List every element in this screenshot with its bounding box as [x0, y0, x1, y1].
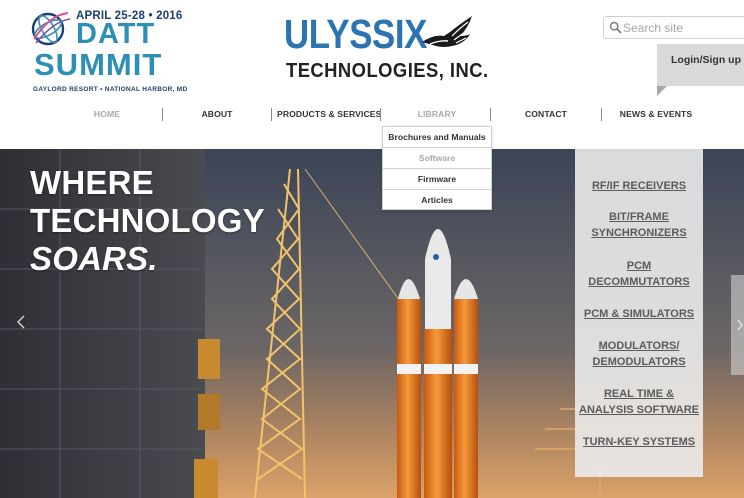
product-link-bit-frame-synchronizers[interactable]: BIT/FRAME SYNCHRONIZERS	[575, 209, 703, 241]
company-name: ULYSSIX	[284, 11, 427, 57]
search-input[interactable]	[623, 19, 744, 36]
hero-headline-line1: WHERE	[30, 164, 154, 201]
slider-next-tab[interactable]	[731, 275, 744, 375]
dropdown-item-brochures-manuals[interactable]: Brochures and Manuals	[383, 127, 491, 147]
globe-icon	[31, 12, 71, 46]
product-link-label: TURN-KEY SYSTEMS	[582, 436, 696, 448]
main-nav: HOME ABOUT PRODUCTS & SERVICES LIBRARY C…	[74, 102, 714, 126]
library-dropdown-menu: Brochures and Manuals Software Firmware …	[382, 126, 492, 210]
product-link-label: PCM	[626, 260, 652, 272]
nav-item-news-events[interactable]: NEWS & EVENTS	[618, 102, 694, 126]
slider-prev-arrow-icon[interactable]	[16, 315, 26, 329]
nav-divider	[490, 108, 491, 121]
login-signup-button[interactable]: Login/Sign up	[657, 44, 744, 96]
nav-item-contact[interactable]: CONTACT	[512, 102, 580, 126]
nav-divider	[380, 108, 381, 121]
login-signup-label: Login/Sign up	[671, 54, 741, 66]
product-link-pcm-simulators[interactable]: PCM & SIMULATORS	[575, 306, 703, 322]
hero-headline-line3: SOARS.	[30, 240, 158, 277]
nav-divider	[162, 108, 163, 121]
ribbon-fold	[657, 86, 667, 96]
site-header: APRIL 25-28 • 2016 DATT SUMMIT GAYLORD R…	[0, 0, 744, 100]
product-link-turn-key-systems[interactable]: TURN-KEY SYSTEMS	[575, 434, 703, 450]
product-link-label: BIT/FRAME	[609, 211, 669, 223]
search-icon[interactable]	[609, 21, 622, 34]
datt-summit-logo[interactable]: APRIL 25-28 • 2016 DATT SUMMIT GAYLORD R…	[28, 7, 187, 95]
nav-divider	[271, 108, 272, 121]
product-link-label: REAL TIME &	[603, 388, 675, 400]
product-link-modulators-demodulators[interactable]: MODULATORS/ DEMODULATORS	[575, 338, 703, 370]
company-subtitle: TECHNOLOGIES, INC.	[286, 60, 489, 82]
product-link-label: PCM & SIMULATORS	[583, 308, 695, 320]
product-link-label: DEMODULATORS	[592, 356, 686, 368]
product-link-real-time-analysis-software[interactable]: REAL TIME & ANALYSIS SOFTWARE	[575, 386, 703, 418]
hero-headline: WHERE TECHNOLOGY SOARS.	[30, 164, 265, 278]
hero-headline-line2: TECHNOLOGY	[30, 202, 265, 239]
dropdown-item-firmware[interactable]: Firmware	[383, 169, 491, 189]
event-title-line2: SUMMIT	[34, 47, 163, 82]
dropdown-item-software[interactable]: Software	[383, 148, 491, 168]
slider-next-arrow-icon[interactable]	[737, 319, 743, 331]
product-link-rf-if-receivers[interactable]: RF/IF RECEIVERS	[575, 178, 703, 194]
product-link-label: MODULATORS/	[598, 340, 680, 352]
nav-item-home[interactable]: HOME	[74, 102, 140, 126]
product-link-label: RF/IF RECEIVERS	[591, 180, 687, 192]
product-link-pcm-decommutators[interactable]: PCM DECOMMUTATORS	[575, 258, 703, 290]
product-link-label: ANALYSIS SOFTWARE	[579, 404, 699, 416]
event-title-line1: DATT	[76, 18, 156, 50]
nav-item-products-services[interactable]: PRODUCTS & SERVICES	[277, 102, 381, 126]
winged-logo-icon	[422, 16, 472, 47]
search-box[interactable]	[603, 16, 744, 39]
nav-item-about[interactable]: ABOUT	[184, 102, 250, 126]
nav-divider	[601, 108, 602, 121]
company-logo[interactable]: ULYSSIX TECHNOLOGIES, INC.	[284, 11, 488, 87]
dropdown-item-articles[interactable]: Articles	[383, 190, 491, 210]
product-link-label: DECOMMUTATORS	[588, 276, 690, 288]
product-links-panel: RF/IF RECEIVERS BIT/FRAME SYNCHRONIZERS …	[575, 149, 703, 477]
event-venue: GAYLORD RESORT • NATIONAL HARBOR, MD	[33, 86, 188, 93]
nav-item-library[interactable]: LIBRARY	[389, 102, 485, 126]
product-link-label: SYNCHRONIZERS	[591, 227, 687, 239]
